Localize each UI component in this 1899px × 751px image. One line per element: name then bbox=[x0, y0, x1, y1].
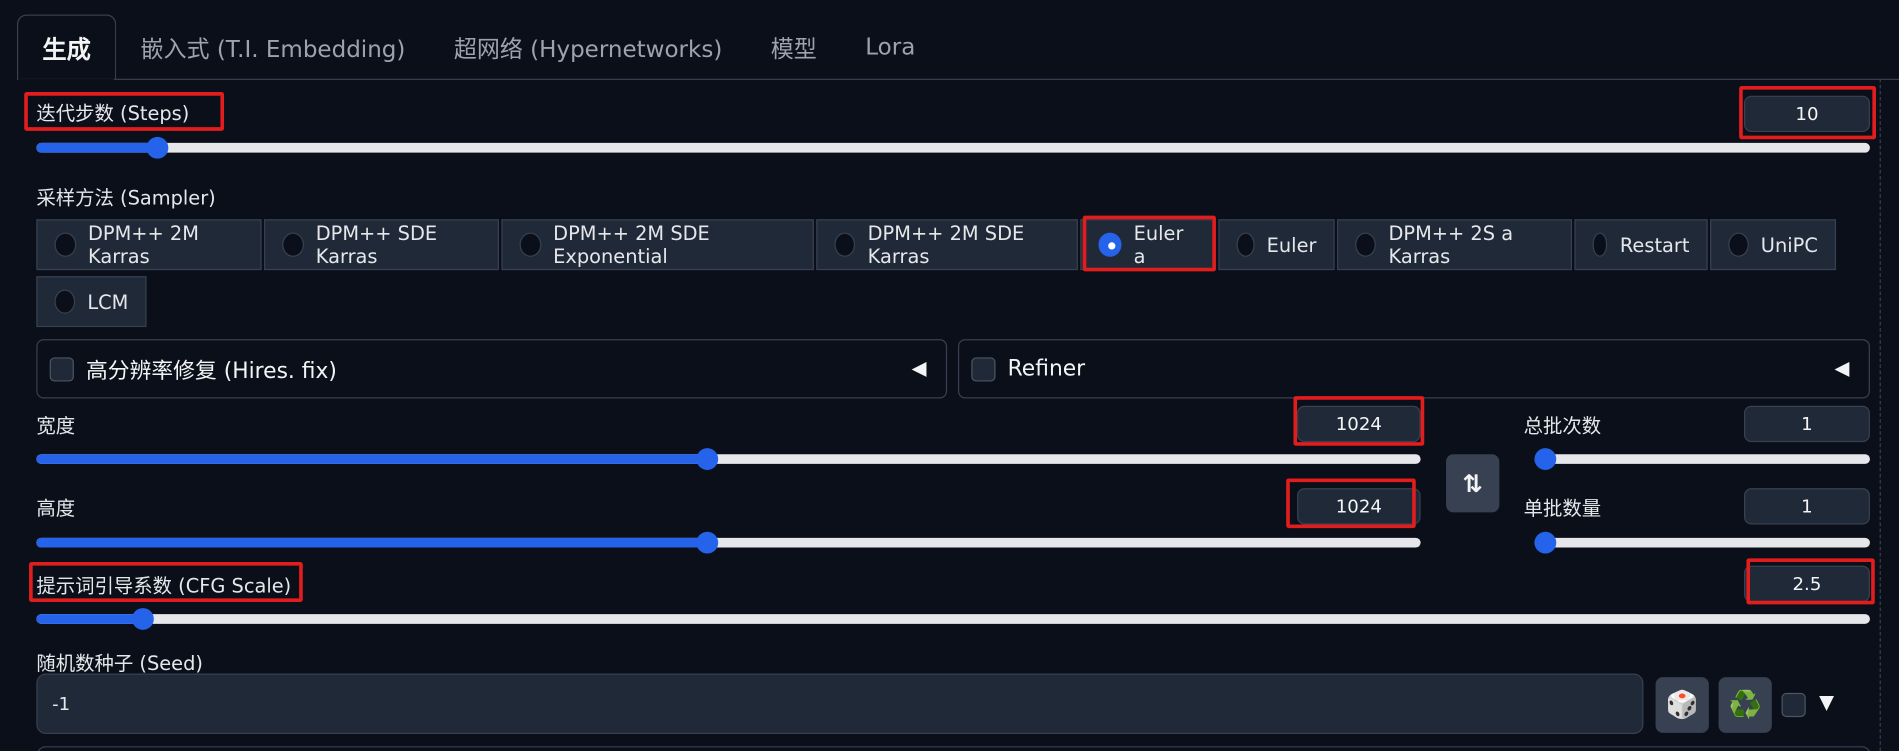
height-slider[interactable] bbox=[36, 531, 1421, 554]
radio-dot bbox=[54, 289, 76, 314]
next-section-edge bbox=[36, 746, 1872, 751]
stage: 生成 嵌入式 (T.I. Embedding) 超网络 (Hypernetwor… bbox=[0, 0, 1899, 751]
hires-fix-accordion[interactable]: 高分辨率修复 (Hires. fix) ◀ bbox=[36, 339, 948, 399]
batch-count-slider[interactable] bbox=[1534, 448, 1870, 470]
batch-size-label: 单批数量 bbox=[1523, 496, 1602, 520]
batch-size-slider[interactable] bbox=[1534, 531, 1870, 554]
radio-dot bbox=[54, 232, 76, 257]
hires-fix-label: 高分辨率修复 (Hires. fix) bbox=[85, 357, 337, 384]
width-label: 宽度 bbox=[36, 414, 76, 438]
sampler-options-row-1: DPM++ 2M Karras DPM++ SDE Karras DPM++ 2… bbox=[36, 219, 1838, 271]
height-slider-fill bbox=[36, 537, 708, 548]
sampler-option-dpmpp-sde-karras[interactable]: DPM++ SDE Karras bbox=[264, 219, 499, 271]
radio-dot-selected bbox=[1098, 232, 1122, 257]
cfg-scale-number-input[interactable]: 2.5 bbox=[1743, 565, 1870, 603]
width-slider[interactable] bbox=[36, 448, 1421, 470]
seed-extra-expand-icon[interactable]: ▼ bbox=[1819, 690, 1834, 713]
option-label: DPM++ 2M Karras bbox=[87, 221, 199, 268]
radio-dot bbox=[1355, 232, 1377, 257]
width-slider-fill bbox=[36, 454, 708, 464]
radio-dot bbox=[519, 232, 542, 257]
sampler-option-unipc[interactable]: UniPC bbox=[1710, 219, 1837, 271]
seed-input[interactable]: -1 bbox=[36, 673, 1644, 735]
seed-label: 随机数种子 (Seed) bbox=[36, 651, 203, 675]
batch-count-slider-thumb[interactable] bbox=[1534, 448, 1557, 470]
tab-ti-embedding[interactable]: 嵌入式 (T.I. Embedding) bbox=[116, 15, 429, 80]
option-label: DPM++ 2M SDE Exponential bbox=[553, 221, 710, 268]
radio-dot bbox=[1592, 232, 1608, 257]
sampler-label: 采样方法 (Sampler) bbox=[36, 186, 216, 210]
tab-models[interactable]: 模型 bbox=[747, 15, 841, 80]
option-label: Euler bbox=[1266, 233, 1317, 257]
sampler-option-dpmpp-2m-sde-karras[interactable]: DPM++ 2M SDE Karras bbox=[816, 219, 1078, 271]
steps-label: 迭代步数 (Steps) bbox=[36, 101, 190, 125]
dice-icon: 🎲 bbox=[1665, 689, 1699, 721]
reuse-seed-button[interactable]: ♻️ bbox=[1718, 677, 1772, 733]
swap-icon: ⇅ bbox=[1462, 468, 1483, 498]
cfg-scale-slider[interactable] bbox=[36, 608, 1870, 630]
sampler-option-dpmpp-2m-karras[interactable]: DPM++ 2M Karras bbox=[36, 219, 262, 271]
refiner-accordion[interactable]: Refiner ◀ bbox=[957, 339, 1870, 399]
hires-fix-collapse-icon[interactable]: ◀ bbox=[912, 356, 927, 379]
option-label: UniPC bbox=[1760, 233, 1818, 257]
batch-count-number-input[interactable]: 1 bbox=[1743, 405, 1870, 443]
height-number-input[interactable]: 1024 bbox=[1297, 488, 1421, 525]
radio-dot bbox=[834, 232, 856, 257]
steps-slider-thumb[interactable] bbox=[146, 136, 169, 159]
random-seed-button[interactable]: 🎲 bbox=[1655, 677, 1709, 733]
refiner-collapse-icon[interactable]: ◀ bbox=[1834, 356, 1849, 379]
option-label: Euler a bbox=[1133, 221, 1184, 268]
batch-count-label: 总批次数 bbox=[1523, 414, 1602, 438]
batch-size-number-input[interactable]: 1 bbox=[1743, 488, 1870, 525]
panel-border bbox=[1879, 78, 1881, 751]
sampler-option-dpmpp-2m-sde-exponential[interactable]: DPM++ 2M SDE Exponential bbox=[501, 219, 814, 271]
sampler-option-euler-a[interactable]: Euler a bbox=[1080, 219, 1216, 271]
option-label: Restart bbox=[1619, 233, 1690, 257]
height-label: 高度 bbox=[36, 496, 76, 520]
tab-bar: 生成 嵌入式 (T.I. Embedding) 超网络 (Hypernetwor… bbox=[16, 14, 940, 80]
tab-lora[interactable]: Lora bbox=[841, 15, 940, 80]
seed-extra-checkbox[interactable] bbox=[1781, 692, 1806, 718]
cfg-scale-label: 提示词引导系数 (CFG Scale) bbox=[36, 574, 292, 598]
tab-hypernetworks[interactable]: 超网络 (Hypernetworks) bbox=[430, 15, 747, 80]
batch-size-slider-thumb[interactable] bbox=[1534, 531, 1557, 554]
sampler-options-row-2: LCM bbox=[36, 276, 149, 328]
width-number-input[interactable]: 1024 bbox=[1297, 405, 1421, 443]
refiner-checkbox[interactable] bbox=[971, 356, 996, 381]
tab-active-gap bbox=[18, 78, 114, 80]
width-slider-thumb[interactable] bbox=[696, 448, 719, 470]
radio-dot bbox=[1236, 232, 1255, 257]
sampler-option-dpmpp-2s-a-karras[interactable]: DPM++ 2S a Karras bbox=[1337, 219, 1573, 271]
steps-slider[interactable] bbox=[36, 136, 1870, 159]
hires-fix-checkbox[interactable] bbox=[49, 356, 74, 381]
option-label: LCM bbox=[87, 290, 129, 314]
refiner-label: Refiner bbox=[1007, 356, 1086, 382]
cfg-scale-slider-fill bbox=[36, 614, 143, 624]
radio-dot bbox=[282, 232, 304, 257]
sampler-option-lcm[interactable]: LCM bbox=[36, 276, 147, 328]
tab-generate[interactable]: 生成 bbox=[16, 14, 117, 80]
height-slider-thumb[interactable] bbox=[696, 531, 719, 554]
recycle-icon: ♻️ bbox=[1728, 689, 1762, 721]
radio-dot bbox=[1728, 232, 1749, 257]
steps-slider-fill bbox=[36, 142, 158, 153]
steps-number-input[interactable]: 10 bbox=[1743, 95, 1870, 133]
sampler-option-restart[interactable]: Restart bbox=[1574, 219, 1708, 271]
cfg-scale-slider-thumb[interactable] bbox=[131, 608, 154, 630]
sampler-option-euler[interactable]: Euler bbox=[1218, 219, 1335, 271]
option-label: DPM++ 2S a Karras bbox=[1388, 221, 1514, 268]
option-label: DPM++ 2M SDE Karras bbox=[867, 221, 1025, 268]
swap-dimensions-button[interactable]: ⇅ bbox=[1446, 454, 1500, 513]
option-label: DPM++ SDE Karras bbox=[315, 221, 438, 268]
tab-underline bbox=[16, 78, 1899, 80]
